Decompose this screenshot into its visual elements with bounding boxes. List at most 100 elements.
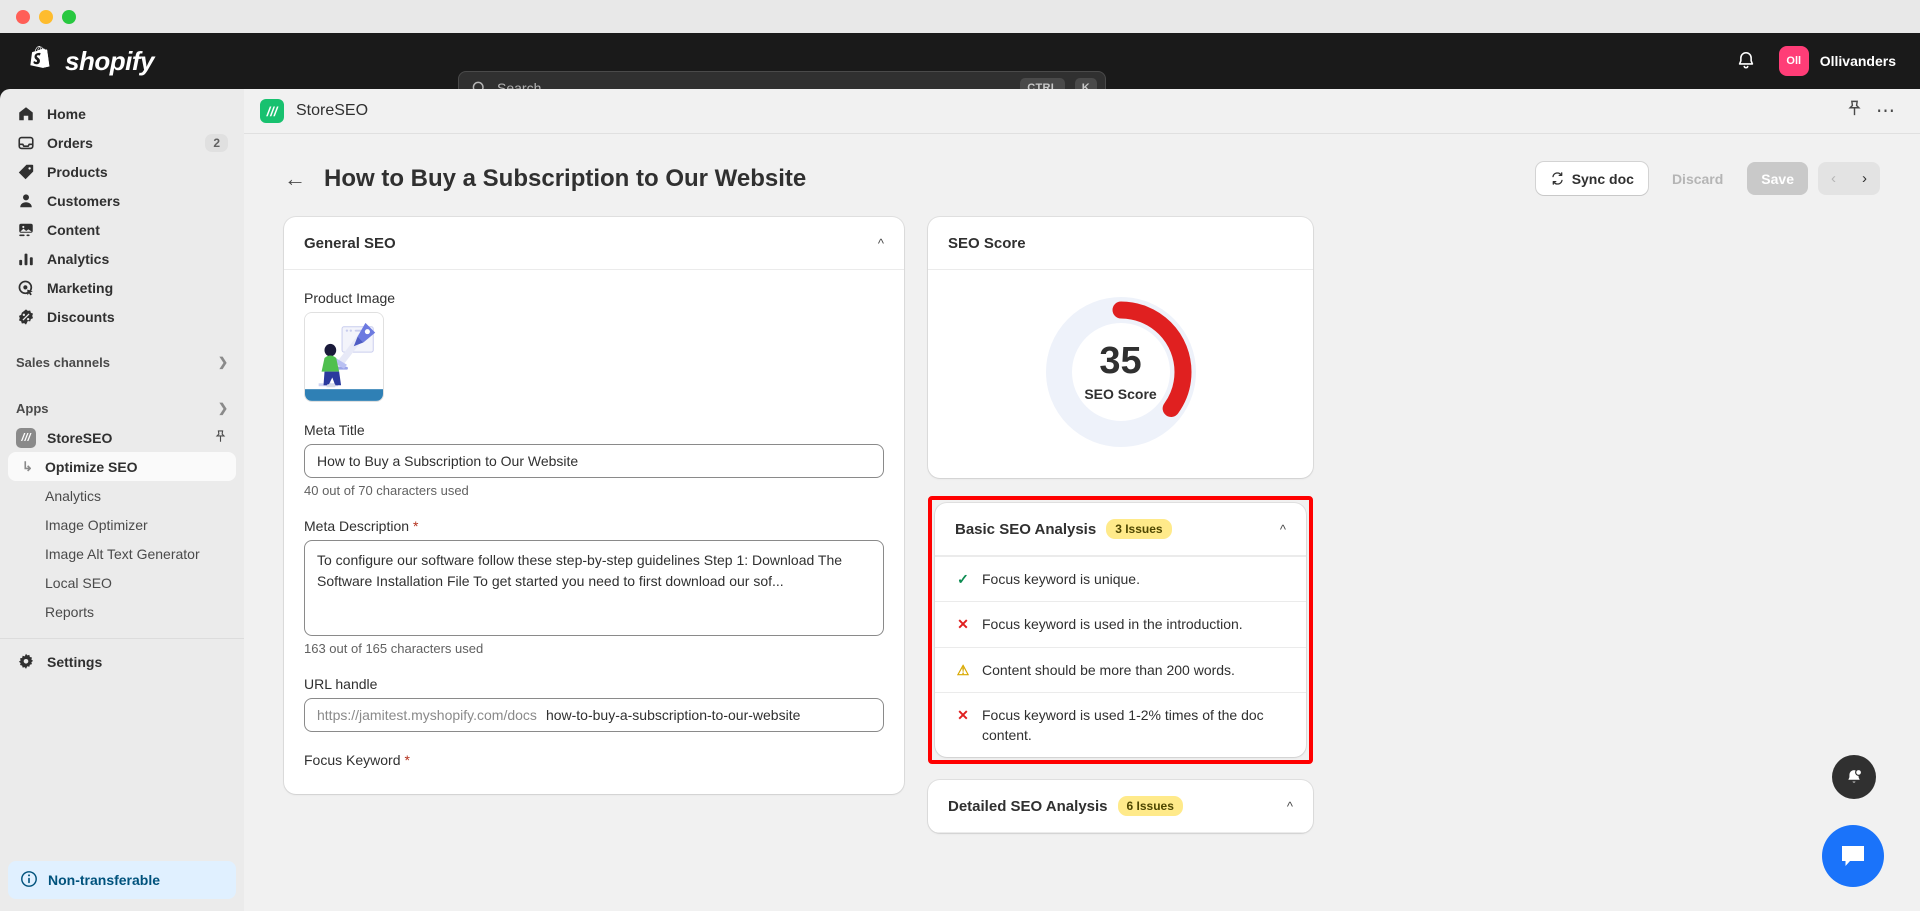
content-area: /// StoreSEO ⋯ ← How to Buy a Subscripti… <box>244 89 1920 911</box>
analysis-row: ✕ Focus keyword is used 1-2% times of th… <box>935 692 1306 758</box>
label-text: Product Image <box>304 290 395 306</box>
chevron-right-icon: ❯ <box>218 355 228 369</box>
two-column-layout: General SEO ^ Product Image <box>244 195 1920 911</box>
label-text: URL handle <box>304 676 377 692</box>
orders-badge-count: 2 <box>205 134 228 152</box>
seo-score-card-header: SEO Score <box>928 217 1313 270</box>
arrow-left-icon[interactable]: ← <box>284 168 306 190</box>
sidebar-item-products[interactable]: Products <box>8 157 236 186</box>
sidebar-item-storeseo[interactable]: /// StoreSEO <box>8 423 236 452</box>
meta-title-value: How to Buy a Subscription to Our Website <box>317 453 578 469</box>
issues-badge: 3 Issues <box>1106 519 1171 539</box>
sidebar-item-orders[interactable]: Orders 2 <box>8 128 236 157</box>
sidebar-item-optimize-seo[interactable]: ↳ Optimize SEO <box>8 452 236 481</box>
seo-score-value: 35 <box>1099 342 1141 380</box>
sidebar-item-customers[interactable]: Customers <box>8 186 236 215</box>
next-doc-button[interactable]: › <box>1849 162 1880 195</box>
analysis-row: ⚠ Content should be more than 200 words. <box>935 647 1306 692</box>
sidebar-item-home[interactable]: Home <box>8 99 236 128</box>
discard-label: Discard <box>1672 171 1723 187</box>
product-image-thumbnail[interactable] <box>304 312 384 402</box>
window-maximize-button[interactable] <box>62 10 76 24</box>
section-label: Sales channels <box>16 355 218 370</box>
sidebar-item-label: Discounts <box>47 309 228 325</box>
detailed-seo-analysis-card: Detailed SEO Analysis 6 Issues ^ <box>928 780 1313 833</box>
warning-icon: ⚠ <box>955 660 971 680</box>
meta-title-label: Meta Title <box>304 422 884 438</box>
sidebar-item-label: Image Optimizer <box>45 517 148 533</box>
sidebar-item-analytics-app[interactable]: Analytics <box>8 481 236 510</box>
detailed-seo-analysis-header[interactable]: Detailed SEO Analysis 6 Issues ^ <box>928 780 1313 833</box>
sidebar-item-label: Orders <box>47 135 194 151</box>
chevron-up-icon[interactable]: ^ <box>1287 799 1293 814</box>
chevron-right-icon: ❯ <box>218 401 228 415</box>
chat-bubble-icon <box>1838 841 1868 871</box>
sidebar-item-content[interactable]: Content <box>8 215 236 244</box>
product-illustration <box>305 313 383 401</box>
meta-description-textarea[interactable]: To configure our software follow these s… <box>304 540 884 636</box>
sidebar-item-local-seo[interactable]: Local SEO <box>8 568 236 597</box>
shopify-bag-icon <box>28 46 56 77</box>
ellipsis-icon[interactable]: ⋯ <box>1876 102 1896 121</box>
meta-title-input[interactable]: How to Buy a Subscription to Our Website <box>304 444 884 478</box>
sidebar-item-label: Analytics <box>47 251 228 267</box>
window-close-button[interactable] <box>16 10 30 24</box>
page-header: ← How to Buy a Subscription to Our Websi… <box>244 134 1920 195</box>
analysis-row-text: Focus keyword is used in the introductio… <box>982 614 1243 634</box>
pin-icon[interactable] <box>1845 99 1864 123</box>
required-asterisk: * <box>404 752 409 768</box>
check-icon: ✓ <box>955 569 971 589</box>
analysis-row-text: Focus keyword is used 1-2% times of the … <box>982 705 1286 746</box>
general-seo-card-header[interactable]: General SEO ^ <box>284 217 904 270</box>
chevron-up-icon[interactable]: ^ <box>878 236 884 251</box>
window-minimize-button[interactable] <box>39 10 53 24</box>
customers-icon <box>16 191 36 211</box>
embedded-app-bar: /// StoreSEO ⋯ <box>244 89 1920 134</box>
non-transferable-label: Non-transferable <box>48 872 160 888</box>
meta-description-label: Meta Description * <box>304 518 884 534</box>
save-button[interactable]: Save <box>1747 162 1808 195</box>
sidebar-item-label: Customers <box>47 193 228 209</box>
required-asterisk: * <box>413 518 418 534</box>
non-transferable-banner[interactable]: Non-transferable <box>8 861 236 899</box>
cross-icon: ✕ <box>955 705 971 746</box>
chat-fab-button[interactable] <box>1822 825 1884 887</box>
sidebar-item-label: Marketing <box>47 280 228 296</box>
chevron-up-icon[interactable]: ^ <box>1280 522 1286 537</box>
label-text: Focus Keyword <box>304 752 400 768</box>
sidebar-item-marketing[interactable]: Marketing <box>8 273 236 302</box>
sync-doc-button[interactable]: Sync doc <box>1536 162 1648 195</box>
sidebar-item-label: Image Alt Text Generator <box>45 546 200 562</box>
account-menu-button[interactable]: Oll Ollivanders <box>1779 46 1896 76</box>
sidebar-section-sales-channels[interactable]: Sales channels ❯ <box>0 347 244 377</box>
url-handle-label: URL handle <box>304 676 884 692</box>
sidebar-item-label: Analytics <box>45 488 101 504</box>
orders-icon <box>16 133 36 153</box>
notification-fab-button[interactable] <box>1832 755 1876 799</box>
url-handle-value: how-to-buy-a-subscription-to-our-website <box>546 707 800 723</box>
sidebar-item-label: Local SEO <box>45 575 112 591</box>
prev-doc-button[interactable]: ‹ <box>1818 162 1849 195</box>
seo-score-center: 35 SEO Score <box>1045 296 1197 448</box>
sidebar-item-discounts[interactable]: Discounts <box>8 302 236 331</box>
section-label: Apps <box>16 401 218 416</box>
sidebar-section-apps[interactable]: Apps ❯ <box>0 393 244 423</box>
sidebar-item-reports[interactable]: Reports <box>8 597 236 626</box>
pin-icon[interactable] <box>213 429 228 447</box>
seo-score-caption: SEO Score <box>1084 386 1156 402</box>
analysis-row-text: Focus keyword is unique. <box>982 569 1140 589</box>
url-handle-input[interactable]: https://jamitest.myshopify.com/docs how-… <box>304 698 884 732</box>
discard-button[interactable]: Discard <box>1658 162 1737 195</box>
card-title: Detailed SEO Analysis <box>948 798 1108 815</box>
storeseo-icon: /// <box>260 99 284 123</box>
sidebar-item-settings[interactable]: Settings <box>8 647 236 676</box>
sidebar-item-analytics[interactable]: Analytics <box>8 244 236 273</box>
bell-icon[interactable] <box>1735 50 1757 72</box>
issues-badge: 6 Issues <box>1118 796 1183 816</box>
app-bar-title: StoreSEO <box>296 102 1833 120</box>
sidebar-item-image-alt-text-generator[interactable]: Image Alt Text Generator <box>8 539 236 568</box>
shopify-logo[interactable]: shopify <box>0 46 244 77</box>
sidebar-item-image-optimizer[interactable]: Image Optimizer <box>8 510 236 539</box>
page-title: How to Buy a Subscription to Our Website <box>324 165 1518 193</box>
basic-seo-analysis-header[interactable]: Basic SEO Analysis 3 Issues ^ <box>935 503 1306 556</box>
